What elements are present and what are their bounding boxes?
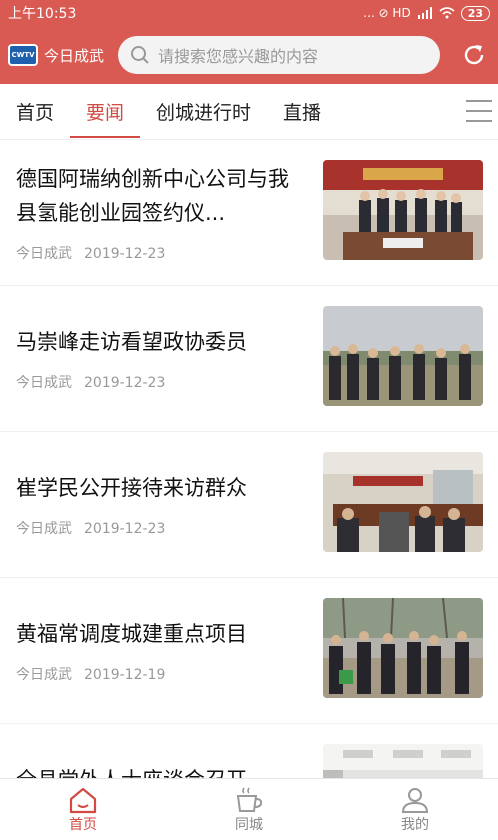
conference-hall-photo [323, 744, 483, 778]
signal-icon [417, 7, 432, 19]
construction-site-photo [323, 598, 483, 698]
wifi-icon [439, 7, 455, 19]
search-placeholder: 请搜索您感兴趣的内容 [158, 47, 319, 66]
app-header: CWTV 今日成武 请搜索您感兴趣的内容 [0, 26, 498, 84]
news-meta: 今日成武 2019-12-23 [16, 518, 165, 538]
news-title: 德国阿瑞纳创新中心公司与我县氢能创业园签约仪... [16, 167, 289, 225]
nav-profile[interactable]: 我的 [332, 779, 498, 840]
news-item[interactable]: 崔学民公开接待来访群众 今日成武 2019-12-23 [0, 432, 498, 578]
news-title: 马崇峰走访看望政协委员 [16, 330, 247, 354]
news-date: 2019-12-23 [84, 246, 166, 262]
news-thumbnail[interactable] [323, 452, 483, 552]
battery-indicator: 23 [460, 5, 490, 21]
nav-home-label: 首页 [69, 816, 97, 833]
brand-name: 今日成武 [44, 46, 105, 65]
news-item[interactable]: 马崇峰走访看望政协委员 今日成武 2019-12-23 [0, 286, 498, 432]
user-icon [401, 787, 429, 813]
news-source: 今日成武 [16, 375, 72, 391]
news-date: 2019-12-23 [84, 521, 166, 537]
news-source: 今日成武 [16, 521, 72, 537]
tab-news[interactable]: 要闻 [70, 84, 141, 140]
news-title: 全县党外人士座谈会召开 [16, 763, 306, 778]
bottom-navigation: 首页 同城 我的 [0, 778, 498, 840]
tab-city-building[interactable]: 创城进行时 [140, 84, 267, 140]
news-thumbnail[interactable] [323, 598, 483, 698]
status-time: 上午10:53 [8, 6, 77, 22]
outdoor-visit-photo [323, 306, 483, 406]
news-meta: 今日成武 2019-12-19 [16, 664, 165, 684]
news-date: 2019-12-23 [84, 375, 166, 391]
news-meta: 今日成武 2019-12-23 [16, 372, 165, 392]
meeting-room-photo [323, 452, 483, 552]
coffee-cup-icon [236, 787, 263, 812]
category-tabs: 首页 要闻 创城进行时 直播 [0, 84, 498, 140]
refresh-icon [464, 45, 484, 65]
news-thumbnail[interactable] [323, 160, 483, 260]
news-title: 黄福常调度城建重点项目 [16, 622, 247, 646]
nav-local-label: 同城 [235, 816, 263, 833]
tab-home[interactable]: 首页 [0, 84, 70, 140]
news-item[interactable]: 德国阿瑞纳创新中心公司与我县氢能创业园签约仪... 今日成武 2019-12-23 [0, 140, 498, 286]
nav-home[interactable]: 首页 [0, 779, 166, 840]
news-thumbnail[interactable] [323, 744, 483, 778]
app-logo[interactable]: CWTV [8, 44, 38, 66]
tab-live[interactable]: 直播 [267, 84, 337, 140]
news-source: 今日成武 [16, 667, 72, 683]
news-date: 2019-12-19 [84, 667, 166, 683]
search-icon [131, 46, 149, 64]
status-bar: 上午10:53 ... ⊘ HD 23 [0, 0, 498, 26]
home-icon [69, 787, 97, 813]
news-source: 今日成武 [16, 246, 72, 262]
news-thumbnail[interactable] [323, 306, 483, 406]
news-meta: 今日成武 2019-12-23 [16, 243, 165, 263]
status-icons: ... ⊘ HD [363, 6, 411, 20]
news-title: 崔学民公开接待来访群众 [16, 476, 247, 500]
news-item[interactable]: 全县党外人士座谈会召开 [0, 724, 498, 778]
nav-profile-label: 我的 [401, 816, 429, 833]
status-indicators: ... ⊘ HD 23 [363, 5, 490, 21]
news-item[interactable]: 黄福常调度城建重点项目 今日成武 2019-12-19 [0, 578, 498, 724]
nav-local[interactable]: 同城 [166, 779, 332, 840]
refresh-button[interactable] [458, 39, 490, 71]
news-feed: 德国阿瑞纳创新中心公司与我县氢能创业园签约仪... 今日成武 2019-12-23… [0, 140, 498, 778]
signing-ceremony-photo [323, 160, 483, 260]
channel-menu-icon[interactable] [466, 100, 492, 122]
search-input[interactable]: 请搜索您感兴趣的内容 [118, 36, 441, 74]
